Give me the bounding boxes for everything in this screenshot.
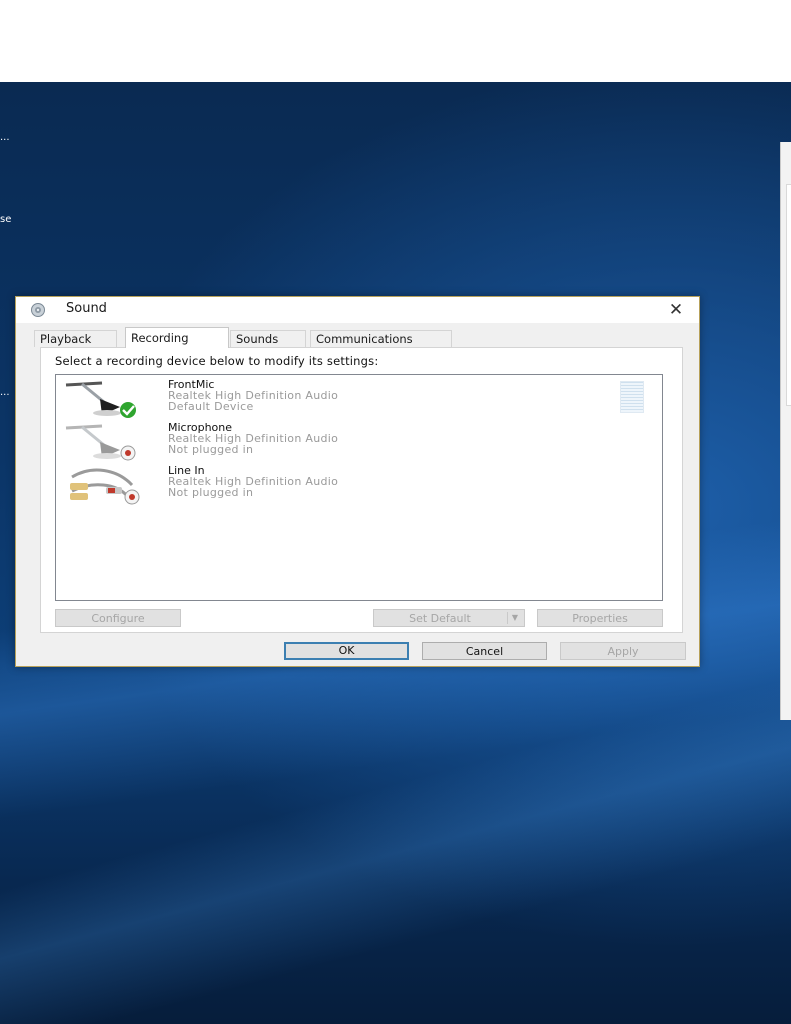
tab-sounds[interactable]: Sounds [230, 330, 306, 347]
list-item-frontmic[interactable]: FrontMic Realtek High Definition Audio D… [62, 377, 622, 419]
set-default-button[interactable]: Set Default ▼ [373, 609, 525, 627]
properties-button[interactable]: Properties [537, 609, 663, 627]
tab-playback[interactable]: Playback [34, 330, 117, 347]
dialog-title: Sound [66, 301, 107, 316]
background-window[interactable] [780, 142, 791, 720]
sound-dialog: Sound ✕ Playback Recording Sounds Commun… [15, 296, 700, 667]
close-button[interactable]: ✕ [653, 297, 699, 323]
microphone-default-icon [65, 381, 136, 418]
line-in-unplugged-icon [70, 468, 140, 505]
device-status: Not plugged in [168, 443, 254, 456]
cancel-button[interactable]: Cancel [422, 642, 547, 660]
desktop-edge-label: ... [0, 387, 10, 398]
microphone-unplugged-icon [65, 424, 136, 461]
dialog-titlebar[interactable]: Sound ✕ [16, 297, 699, 323]
configure-button[interactable]: Configure [55, 609, 181, 627]
desktop-edge-label: ... [0, 132, 10, 143]
list-item-microphone[interactable]: Microphone Realtek High Definition Audio… [62, 420, 622, 462]
apply-button[interactable]: Apply [560, 642, 686, 660]
recording-tab-panel: Select a recording device below to modif… [40, 347, 683, 633]
top-white-area [0, 0, 791, 82]
instruction-text: Select a recording device below to modif… [55, 354, 379, 368]
close-icon: ✕ [668, 300, 684, 320]
level-meter [620, 381, 644, 413]
device-status: Default Device [168, 400, 254, 413]
device-status: Not plugged in [168, 486, 254, 499]
set-default-label: Set Default [409, 612, 471, 625]
tab-communications[interactable]: Communications [310, 330, 452, 347]
background-window-panel [786, 184, 791, 406]
tab-recording[interactable]: Recording [125, 327, 229, 348]
ok-button[interactable]: OK [284, 642, 409, 660]
chevron-down-icon[interactable]: ▼ [507, 612, 522, 624]
recording-device-list[interactable]: FrontMic Realtek High Definition Audio D… [55, 374, 663, 601]
speaker-icon [31, 303, 45, 317]
list-item-line-in[interactable]: Line In Realtek High Definition Audio No… [62, 463, 622, 505]
desktop-edge-label: se [0, 214, 12, 225]
